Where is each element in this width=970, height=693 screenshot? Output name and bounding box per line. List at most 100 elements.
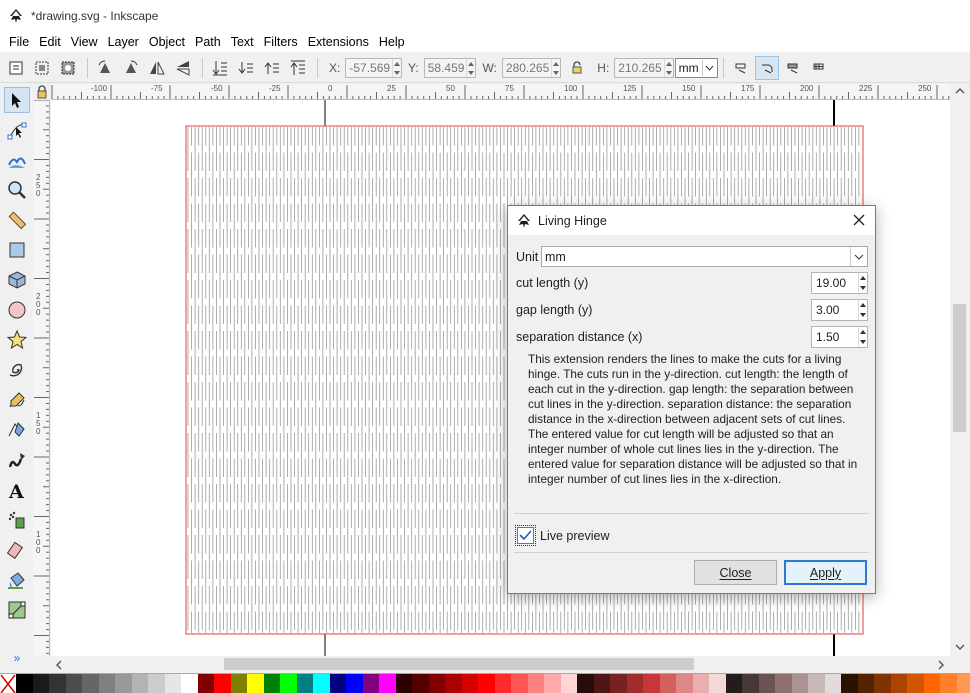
palette-swatch[interactable] [643, 674, 660, 693]
rectangle-tool-icon[interactable] [4, 237, 30, 263]
eraser-tool-icon[interactable] [4, 537, 30, 563]
palette-swatch[interactable] [478, 674, 495, 693]
raise-to-top-icon[interactable] [286, 56, 310, 80]
palette-swatch[interactable] [824, 674, 841, 693]
palette-swatch[interactable] [131, 674, 148, 693]
palette-swatch[interactable] [280, 674, 297, 693]
palette-swatch[interactable] [230, 674, 247, 693]
unit-select[interactable]: mm [541, 246, 868, 267]
more-tools-icon[interactable]: » [4, 645, 30, 671]
palette-swatch[interactable] [692, 674, 709, 693]
palette-swatch[interactable] [65, 674, 82, 693]
select-all-layers-icon[interactable] [30, 56, 54, 80]
palette-swatch[interactable] [428, 674, 445, 693]
palette-swatch[interactable] [214, 674, 231, 693]
invert-selection-icon[interactable] [56, 56, 80, 80]
palette-swatch[interactable] [890, 674, 907, 693]
paint-bucket-tool-icon[interactable] [4, 567, 30, 593]
menu-extensions[interactable]: Extensions [303, 35, 374, 49]
horizontal-scroll-thumb[interactable] [224, 658, 694, 670]
palette-swatch[interactable] [610, 674, 627, 693]
close-button[interactable]: Close [694, 560, 777, 585]
flip-horizontal-icon[interactable] [145, 56, 169, 80]
3d-box-tool-icon[interactable] [4, 267, 30, 293]
palette-swatch[interactable] [412, 674, 429, 693]
palette-swatch[interactable] [676, 674, 693, 693]
spray-tool-icon[interactable] [4, 507, 30, 533]
rotate-ccw-icon[interactable] [93, 56, 117, 80]
palette-swatch[interactable] [907, 674, 924, 693]
palette-swatch[interactable] [791, 674, 808, 693]
lock-proportions-icon[interactable] [565, 56, 589, 80]
palette-swatch[interactable] [379, 674, 396, 693]
palette-swatch[interactable] [758, 674, 775, 693]
unit-dropdown[interactable]: mm [674, 58, 718, 78]
text-tool-icon[interactable]: A [4, 477, 30, 503]
width-field[interactable]: 280.265 [501, 58, 562, 78]
apply-button[interactable]: Apply [784, 560, 867, 585]
y-position-field[interactable]: 58.459 [423, 58, 477, 78]
palette-swatch[interactable] [742, 674, 759, 693]
palette-swatch[interactable] [115, 674, 132, 693]
menu-view[interactable]: View [66, 35, 103, 49]
transform-gradients-icon[interactable] [781, 56, 805, 80]
pencil-tool-icon[interactable] [4, 387, 30, 413]
raise-icon[interactable] [260, 56, 284, 80]
y-stepper-icon[interactable] [466, 59, 475, 77]
select-all-icon[interactable] [4, 56, 28, 80]
palette-swatch[interactable] [923, 674, 940, 693]
palette-swatch[interactable] [593, 674, 610, 693]
palette-swatch[interactable] [874, 674, 891, 693]
palette-swatch[interactable] [329, 674, 346, 693]
vertical-scroll-thumb[interactable] [953, 304, 966, 432]
palette-swatch[interactable] [940, 674, 957, 693]
palette-swatch[interactable] [626, 674, 643, 693]
palette-swatch[interactable] [445, 674, 462, 693]
palette-swatch[interactable] [197, 674, 214, 693]
lock-guides-icon[interactable] [33, 84, 51, 100]
star-tool-icon[interactable] [4, 327, 30, 353]
palette-swatch[interactable] [577, 674, 594, 693]
palette-swatch[interactable] [544, 674, 561, 693]
gradient-tool-icon[interactable] [4, 597, 30, 623]
selector-tool-icon[interactable] [4, 87, 30, 113]
menu-object[interactable]: Object [144, 35, 190, 49]
gap-length-field[interactable]: 3.00 [811, 299, 868, 321]
scroll-down-icon[interactable] [955, 643, 965, 651]
palette-swatch[interactable] [659, 674, 676, 693]
vertical-scrollbar[interactable] [950, 84, 970, 656]
lower-to-bottom-icon[interactable] [208, 56, 232, 80]
zoom-tool-icon[interactable] [4, 177, 30, 203]
menu-path[interactable]: Path [190, 35, 226, 49]
palette-swatch[interactable] [263, 674, 280, 693]
menu-layer[interactable]: Layer [103, 35, 144, 49]
palette-swatch[interactable] [49, 674, 66, 693]
palette-swatch[interactable] [16, 674, 33, 693]
stepper-icon[interactable] [858, 300, 867, 320]
stepper-icon[interactable] [858, 273, 867, 293]
palette-swatch[interactable] [164, 674, 181, 693]
scroll-right-icon[interactable] [937, 660, 945, 670]
live-preview-checkbox[interactable] [515, 525, 536, 546]
palette-swatch[interactable] [181, 674, 198, 693]
scale-stroke-icon[interactable] [729, 56, 753, 80]
palette-swatch[interactable] [461, 674, 478, 693]
h-stepper-icon[interactable] [663, 59, 673, 77]
w-stepper-icon[interactable] [551, 59, 560, 77]
palette-swatch[interactable] [841, 674, 858, 693]
palette-swatch[interactable] [98, 674, 115, 693]
pen-tool-icon[interactable] [4, 417, 30, 443]
close-icon[interactable] [849, 211, 869, 229]
palette-swatch[interactable] [313, 674, 330, 693]
palette-swatch[interactable] [857, 674, 874, 693]
rotate-cw-icon[interactable] [119, 56, 143, 80]
horizontal-scrollbar[interactable] [51, 656, 950, 672]
measure-tool-icon[interactable] [4, 207, 30, 233]
menu-text[interactable]: Text [226, 35, 259, 49]
transform-patterns-icon[interactable] [807, 56, 831, 80]
horizontal-ruler[interactable]: -100 -75 -50 -25 0 25 50 75 100 125 150 … [51, 84, 950, 100]
scroll-left-icon[interactable] [55, 660, 63, 670]
palette-swatch[interactable] [395, 674, 412, 693]
cut-length-field[interactable]: 19.00 [811, 272, 868, 294]
palette-swatch[interactable] [362, 674, 379, 693]
